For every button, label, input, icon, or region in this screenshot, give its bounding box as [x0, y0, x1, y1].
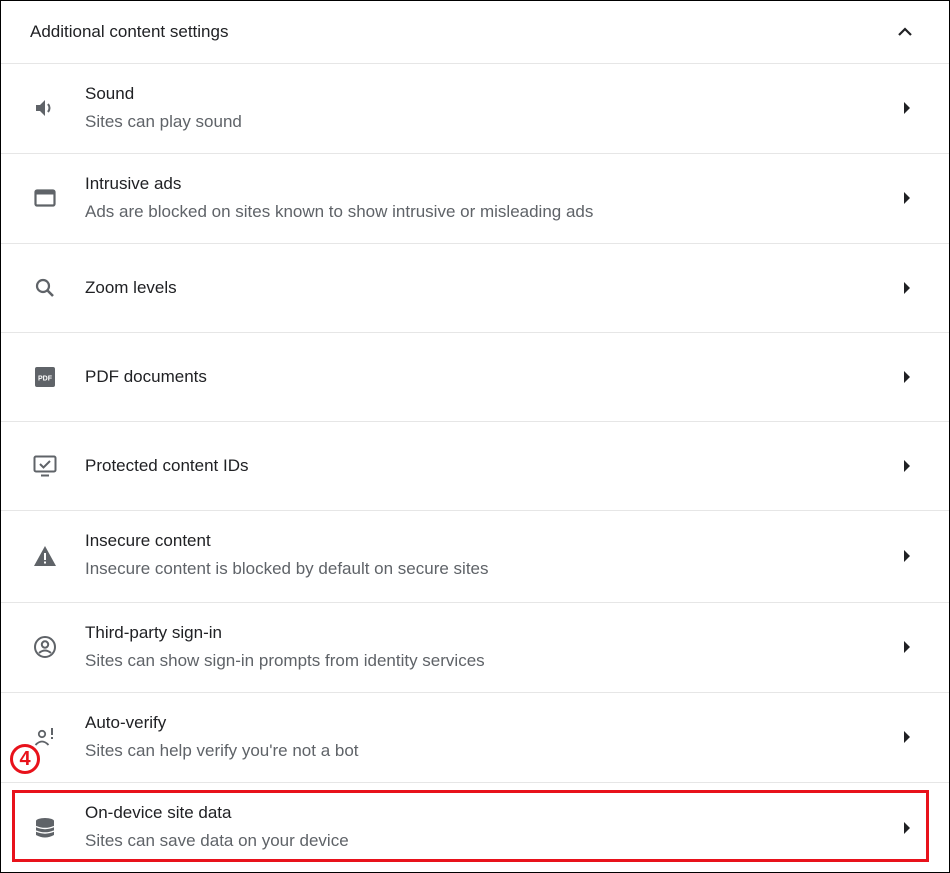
- sound-row[interactable]: Sound Sites can play sound: [1, 64, 949, 153]
- auto-verify-row[interactable]: Auto-verify Sites can help verify you're…: [1, 693, 949, 782]
- step-number-marker: 4: [10, 744, 40, 774]
- third-party-sign-in-row[interactable]: Third-party sign-in Sites can show sign-…: [1, 603, 949, 692]
- row-subtitle: Sites can save data on your device: [85, 831, 349, 850]
- section-title: Additional content settings: [30, 22, 229, 41]
- row-subtitle: Sites can help verify you're not a bot: [85, 741, 359, 760]
- pdf-icon: PDF: [32, 364, 58, 390]
- on-device-site-data-row[interactable]: On-device site data Sites can save data …: [1, 783, 949, 872]
- speaker-icon: [32, 95, 58, 121]
- row-title: Intrusive ads: [85, 174, 182, 193]
- chevron-right-icon: [898, 638, 916, 656]
- monitor-check-icon: [32, 453, 58, 479]
- row-subtitle: Ads are blocked on sites known to show i…: [85, 202, 594, 221]
- chevron-right-icon: [898, 368, 916, 386]
- row-title: Zoom levels: [85, 278, 177, 297]
- row-subtitle: Sites can show sign-in prompts from iden…: [85, 651, 485, 670]
- section-header[interactable]: Additional content settings: [1, 1, 949, 63]
- magnifier-icon: [32, 275, 58, 301]
- chevron-right-icon: [898, 457, 916, 475]
- row-title: Insecure content: [85, 531, 211, 550]
- account-circle-icon: [32, 634, 58, 660]
- chevron-right-icon: [898, 279, 916, 297]
- chevron-right-icon: [898, 728, 916, 746]
- svg-text:PDF: PDF: [38, 376, 53, 383]
- intrusive-ads-row[interactable]: Intrusive ads Ads are blocked on sites k…: [1, 154, 949, 243]
- chevron-up-icon[interactable]: [893, 20, 917, 44]
- row-title: Sound: [85, 84, 135, 103]
- zoom-levels-row[interactable]: Zoom levels: [1, 244, 949, 332]
- pdf-documents-row[interactable]: PDF PDF documents: [1, 333, 949, 421]
- row-title: PDF documents: [85, 367, 207, 386]
- chevron-right-icon: [898, 99, 916, 117]
- content-settings-panel: Additional content settings Sound Sites …: [0, 0, 950, 873]
- chevron-right-icon: [898, 819, 916, 837]
- row-subtitle: Sites can play sound: [85, 112, 242, 131]
- chevron-right-icon: [898, 547, 916, 565]
- protected-content-ids-row[interactable]: Protected content IDs: [1, 422, 949, 510]
- row-title: On-device site data: [85, 803, 232, 822]
- row-subtitle: Insecure content is blocked by default o…: [85, 559, 489, 578]
- row-title: Protected content IDs: [85, 456, 249, 475]
- chevron-right-icon: [898, 189, 916, 207]
- browser-window-icon: [32, 185, 58, 211]
- warning-icon: [32, 543, 58, 569]
- row-title: Auto-verify: [85, 713, 167, 732]
- database-icon: [32, 815, 58, 841]
- row-title: Third-party sign-in: [85, 623, 222, 642]
- person-alert-icon: [32, 724, 58, 750]
- insecure-content-row[interactable]: Insecure content Insecure content is blo…: [1, 511, 949, 602]
